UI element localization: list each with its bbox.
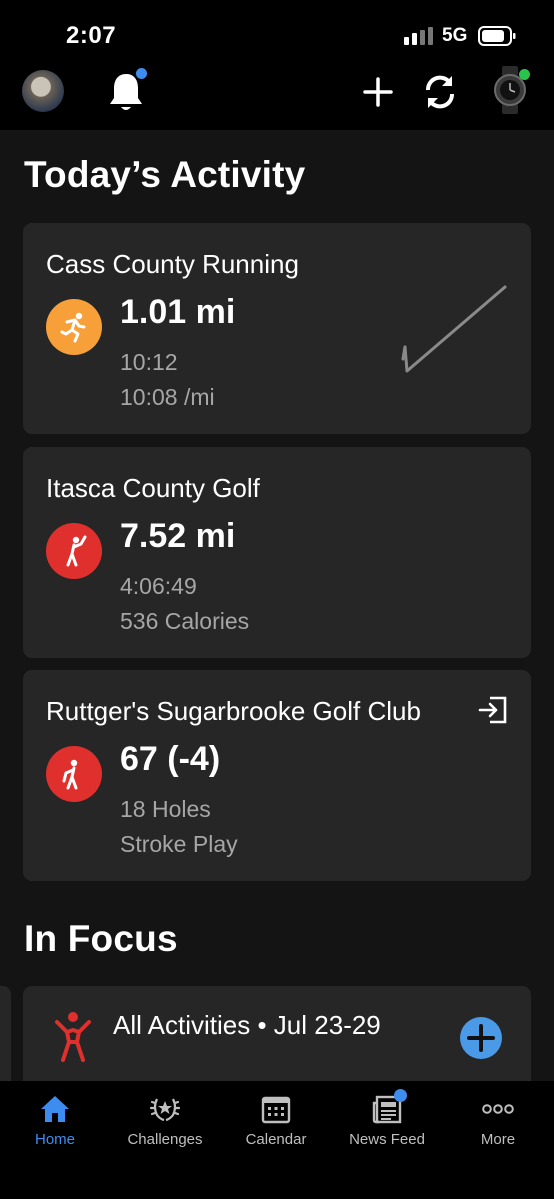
activity-time: 10:12 — [120, 349, 178, 375]
home-icon — [41, 1096, 69, 1122]
open-scorecard-icon[interactable] — [478, 696, 508, 724]
top-bar: 2:07 5G — [0, 0, 554, 130]
activity-card-golf[interactable]: Itasca County Golf 7.52 mi 4:06:49 536 C… — [23, 447, 531, 658]
plus-icon[interactable] — [360, 74, 396, 110]
running-icon — [46, 299, 102, 355]
tab-label: More — [480, 1131, 516, 1148]
focus-card-label: All Activities • Jul 23-29 — [113, 1010, 381, 1040]
activity-name: Ruttger's Sugarbrooke Golf Club — [46, 696, 421, 726]
route-map-thumbnail — [401, 285, 507, 373]
device-connected-indicator — [519, 69, 530, 80]
network-type: 5G — [442, 25, 468, 46]
more-icon — [482, 1104, 514, 1114]
bottom-tab-bar: Home Challenges Calendar News Feed More — [0, 1081, 554, 1199]
activity-calories: 536 Calories — [120, 608, 250, 634]
tab-challenges[interactable]: Challenges — [110, 1081, 220, 1161]
signal-icon — [404, 27, 433, 45]
tab-more[interactable]: More — [443, 1081, 553, 1161]
avatar[interactable] — [22, 70, 64, 112]
golf-format: Stroke Play — [120, 831, 238, 857]
tab-label: News Feed — [349, 1131, 425, 1148]
tab-calendar[interactable]: Calendar — [221, 1081, 331, 1161]
activity-pace: 10:08 /mi — [120, 384, 215, 410]
tab-label: Home — [34, 1131, 75, 1148]
todays-activity-heading: Today’s Activity — [24, 154, 306, 195]
activity-card-running[interactable]: Cass County Running 1.01 mi 10:12 10:08 … — [23, 223, 531, 434]
news-feed-badge — [394, 1089, 407, 1102]
activity-time: 4:06:49 — [120, 573, 197, 599]
status-time: 2:07 — [66, 22, 117, 49]
app-screen: 2:07 5G Today’s Activity Cass County Run… — [0, 0, 554, 1199]
sync-icon[interactable] — [420, 72, 460, 112]
calendar-icon — [261, 1096, 291, 1124]
golf-score: 67 (-4) — [120, 740, 221, 778]
golf-holes: 18 Holes — [120, 796, 211, 822]
laurel-icon — [149, 1098, 181, 1122]
notification-badge — [136, 68, 147, 79]
tab-label: Calendar — [245, 1131, 307, 1148]
activity-card-golf-scorecard[interactable]: Ruttger's Sugarbrooke Golf Club 67 (-4) … — [23, 670, 531, 881]
tab-news-feed[interactable]: News Feed — [332, 1081, 442, 1161]
activity-name: Cass County Running — [46, 249, 299, 279]
tab-home[interactable]: Home — [0, 1081, 110, 1161]
person-icon — [55, 1012, 91, 1062]
activity-distance: 1.01 mi — [120, 293, 236, 331]
tab-label: Challenges — [127, 1131, 203, 1148]
battery-icon — [478, 26, 516, 46]
previous-focus-card[interactable] — [0, 986, 11, 1096]
activity-name: Itasca County Golf — [46, 473, 260, 503]
activity-distance: 7.52 mi — [120, 517, 236, 555]
add-circle-icon[interactable] — [459, 1016, 503, 1060]
in-focus-heading: In Focus — [24, 918, 178, 959]
golf-icon — [46, 523, 102, 579]
golf-icon — [46, 746, 102, 802]
